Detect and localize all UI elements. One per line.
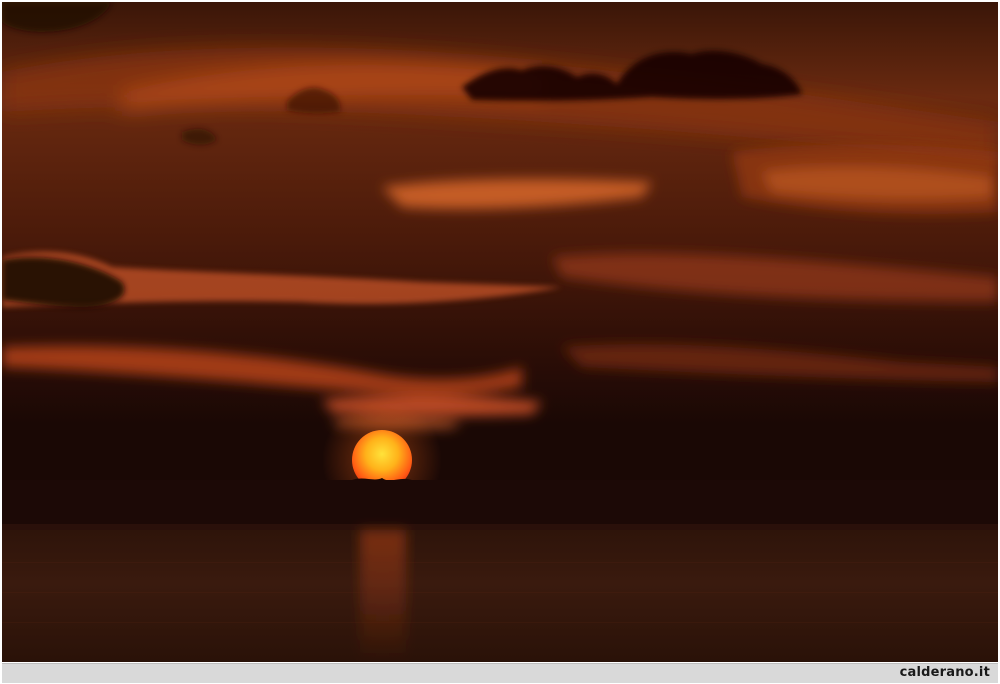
sunset-photo bbox=[2, 2, 998, 662]
sunset-illustration bbox=[2, 2, 998, 662]
sun-reflection bbox=[360, 530, 406, 662]
sea bbox=[2, 530, 998, 662]
caption-bar: calderano.it bbox=[2, 663, 998, 683]
photo-frame: calderano.it bbox=[0, 0, 1000, 684]
horizon-line bbox=[2, 524, 998, 530]
horizon-band bbox=[2, 480, 998, 530]
watermark-caption: calderano.it bbox=[899, 665, 990, 680]
